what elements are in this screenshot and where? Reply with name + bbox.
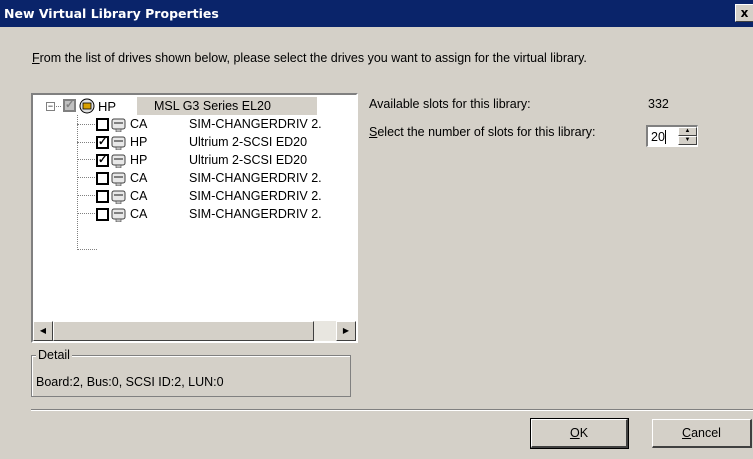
drive-model: SIM-CHANGERDRIV 2. <box>189 117 322 131</box>
available-slots-label: Available slots for this library: <box>369 97 531 111</box>
drive-model: Ultrium 2-SCSI ED20 <box>189 153 308 167</box>
separator <box>31 409 753 411</box>
drive-item[interactable]: CA SIM-CHANGERDRIV 2. <box>33 205 356 223</box>
drive-model: Ultrium 2-SCSI ED20 <box>189 135 308 149</box>
slots-input[interactable]: 20 <box>651 130 665 144</box>
text-caret <box>665 130 666 144</box>
root-model: MSL G3 Series EL20 <box>154 99 271 113</box>
detail-value: Board:2, Bus:0, SCSI ID:2, LUN:0 <box>36 375 224 389</box>
drive-item[interactable]: ✓ HP Ultrium 2-SCSI ED20 <box>33 151 356 169</box>
spin-down-icon[interactable]: ▼ <box>678 136 697 145</box>
drive-vendor: HP <box>130 135 148 149</box>
scroll-thumb[interactable] <box>53 321 314 341</box>
library-icon <box>79 98 95 114</box>
window-title: New Virtual Library Properties <box>4 6 219 21</box>
drive-item[interactable]: CA SIM-CHANGERDRIV 2. <box>33 169 356 187</box>
tree-root-item[interactable]: − ✓ HP MSL G3 Series EL20 <box>33 97 356 115</box>
tape-drive-icon <box>111 154 126 168</box>
checkbox-drive[interactable] <box>96 172 109 185</box>
close-button[interactable]: x <box>735 4 753 22</box>
tape-drive-icon <box>111 190 126 204</box>
collapse-icon[interactable]: − <box>46 102 55 111</box>
checkbox-drive[interactable]: ✓ <box>96 154 109 167</box>
drive-vendor: HP <box>130 153 148 167</box>
drive-model: SIM-CHANGERDRIV 2. <box>189 171 322 185</box>
tape-drive-icon <box>111 118 126 132</box>
drive-model: SIM-CHANGERDRIV 2. <box>189 189 322 203</box>
slots-spinner[interactable]: 20 ▲ ▼ <box>646 125 698 147</box>
spin-up-icon[interactable]: ▲ <box>678 127 697 136</box>
drive-item[interactable]: ✓ HP Ultrium 2-SCSI ED20 <box>33 133 356 151</box>
checkbox-drive[interactable] <box>96 190 109 203</box>
detail-group: Detail Board:2, Bus:0, SCSI ID:2, LUN:0 <box>31 348 351 397</box>
scroll-right-icon[interactable]: ▶ <box>336 321 356 341</box>
title-bar: New Virtual Library Properties x <box>0 0 753 27</box>
root-vendor: HP <box>98 99 117 114</box>
checkbox-root[interactable]: ✓ <box>63 99 76 112</box>
drive-vendor: CA <box>130 189 148 203</box>
available-slots-value: 332 <box>648 97 669 111</box>
scroll-left-icon[interactable]: ◀ <box>33 321 53 341</box>
drive-model: SIM-CHANGERDRIV 2. <box>189 207 322 221</box>
tree-connector <box>77 249 97 250</box>
drive-vendor: CA <box>130 171 148 185</box>
checkbox-drive[interactable] <box>96 208 109 221</box>
drive-item[interactable]: CA SIM-CHANGERDRIV 2. <box>33 115 356 133</box>
checkbox-drive[interactable]: ✓ <box>96 136 109 149</box>
drive-item[interactable]: CA SIM-CHANGERDRIV 2. <box>33 187 356 205</box>
instruction-text: From the list of drives shown below, ple… <box>32 51 587 65</box>
detail-legend: Detail <box>36 348 72 362</box>
drive-vendor: CA <box>130 117 148 131</box>
drive-vendor: CA <box>130 207 148 221</box>
tape-drive-icon <box>111 136 126 150</box>
tape-drive-icon <box>111 208 126 222</box>
tape-drive-icon <box>111 172 126 186</box>
select-slots-label: Select the number of slots for this libr… <box>369 125 596 139</box>
horizontal-scrollbar[interactable]: ◀ ▶ <box>33 321 356 341</box>
ok-button[interactable]: OK <box>530 418 629 449</box>
drive-tree[interactable]: − ✓ HP MSL G3 Series EL20 CA SIM-CHANGER… <box>31 93 358 343</box>
cancel-button[interactable]: Cancel <box>652 419 752 448</box>
checkbox-drive[interactable] <box>96 118 109 131</box>
